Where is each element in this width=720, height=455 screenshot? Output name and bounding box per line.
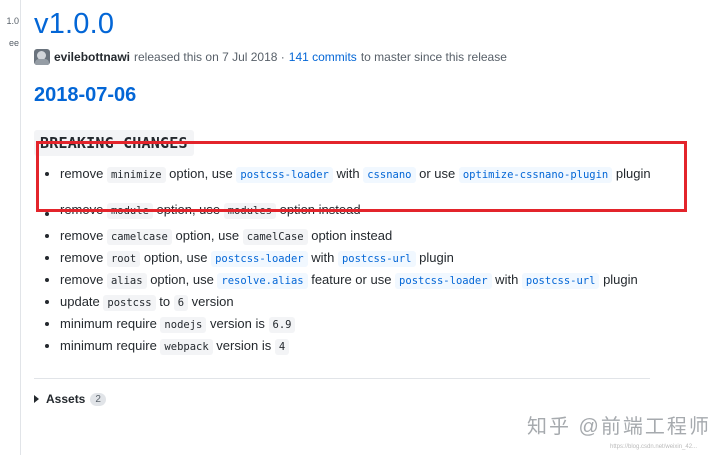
text-segment: remove xyxy=(60,166,107,181)
code-span: modules xyxy=(223,203,276,219)
code-link[interactable]: postcss-loader xyxy=(395,273,492,289)
list-item-text: minimum require nodejs version is 6.9 xyxy=(60,316,296,333)
caret-right-icon xyxy=(34,395,39,403)
text-segment: option, use xyxy=(140,250,212,265)
text-segment: to xyxy=(155,294,174,309)
divider xyxy=(34,378,650,379)
list-item-text: remove root option, use postcss-loader w… xyxy=(60,250,454,267)
list-item: remove root option, use postcss-loader w… xyxy=(42,248,662,270)
commits-suffix: to master since this release xyxy=(360,50,507,64)
date-heading: 2018-07-06 xyxy=(34,84,137,106)
list-item: minimum require nodejs version is 6.9 xyxy=(42,314,662,336)
list-item-text: remove camelcase option, use camelCase o… xyxy=(60,228,393,245)
code-span: minimize xyxy=(106,167,166,183)
list-item-text: remove minimize option, use postcss-load… xyxy=(60,166,651,183)
list-item: remove module option, use modules option… xyxy=(42,202,662,226)
code-span: camelCase xyxy=(242,229,308,245)
text-segment: option instead xyxy=(307,228,393,243)
sidebar-fragment: 1.0 xyxy=(6,16,19,26)
text-segment: or use xyxy=(415,166,459,181)
code-span: postcss xyxy=(103,295,156,311)
code-span: 4 xyxy=(274,339,290,355)
list-item-text: minimum require webpack version is 4 xyxy=(60,338,290,355)
code-span: module xyxy=(106,203,153,219)
text-segment: update xyxy=(60,294,104,309)
text-segment: version xyxy=(188,294,234,309)
text-segment: remove xyxy=(60,202,107,217)
code-link[interactable]: postcss-loader xyxy=(236,167,333,183)
code-link[interactable]: postcss-loader xyxy=(211,251,308,267)
list-item-text: update postcss to 6 version xyxy=(60,294,234,311)
release-meta: evilebottnawi released this on 7 Jul 201… xyxy=(34,48,507,66)
list-item: remove alias option, use resolve.alias f… xyxy=(42,270,662,292)
text-segment: option, use xyxy=(165,166,237,181)
text-segment: version is xyxy=(206,316,269,331)
text-segment: option, use xyxy=(146,272,218,287)
code-link[interactable]: resolve.alias xyxy=(217,273,308,289)
watermark: 知乎 @前端工程师 xyxy=(527,416,711,438)
text-segment: plugin xyxy=(599,272,638,287)
assets-toggle[interactable]: Assets 2 xyxy=(34,390,106,408)
list-item-text: remove module option, use modules option… xyxy=(60,202,361,219)
avatar[interactable] xyxy=(34,49,50,65)
code-span: 6.9 xyxy=(268,317,296,333)
watermark-url: https://blog.csdn.net/weixin_42... xyxy=(610,444,698,450)
code-span: camelcase xyxy=(106,229,172,245)
list-item: minimum require webpack version is 4 xyxy=(42,336,662,358)
section-heading: BREAKING CHANGES xyxy=(34,130,194,156)
text-segment: remove xyxy=(60,228,107,243)
text-segment: minimum require xyxy=(60,338,161,353)
code-link[interactable]: postcss-url xyxy=(337,251,416,267)
code-link[interactable]: optimize-cssnano-plugin xyxy=(458,167,613,183)
code-span: nodejs xyxy=(160,317,207,333)
release-title[interactable]: v1.0.0 xyxy=(34,8,114,41)
breaking-changes-list: remove minimize option, use postcss-load… xyxy=(42,164,662,358)
sidebar-fragment: ee xyxy=(8,38,19,48)
list-item: update postcss to 6 version xyxy=(42,292,662,314)
code-link[interactable]: postcss-url xyxy=(521,273,600,289)
code-link[interactable]: cssnano xyxy=(363,167,416,183)
code-span: 6 xyxy=(173,295,189,311)
author-link[interactable]: evilebottnawi xyxy=(54,50,130,64)
text-segment: remove xyxy=(60,272,107,287)
text-segment: option, use xyxy=(171,228,243,243)
assets-label: Assets xyxy=(46,392,86,406)
code-span: webpack xyxy=(160,339,213,355)
commits-link[interactable]: 141 commits xyxy=(289,50,357,64)
assets-count-badge: 2 xyxy=(90,392,106,406)
list-item-text: remove alias option, use resolve.alias f… xyxy=(60,272,638,289)
list-item: remove minimize option, use postcss-load… xyxy=(42,164,662,204)
text-segment: feature or use xyxy=(307,272,396,287)
text-segment: remove xyxy=(60,250,107,265)
code-span: root xyxy=(106,251,141,267)
text-segment: plugin xyxy=(612,166,651,181)
text-segment: with xyxy=(491,272,522,287)
list-item: remove camelcase option, use camelCase o… xyxy=(42,226,662,248)
released-text: released this on 7 Jul 2018 · xyxy=(134,50,285,64)
text-segment: option, use xyxy=(152,202,224,217)
text-segment: with xyxy=(332,166,364,181)
text-segment: plugin xyxy=(415,250,454,265)
text-segment: minimum require xyxy=(60,316,161,331)
text-segment: version is xyxy=(212,338,275,353)
text-segment: option instead xyxy=(276,202,361,217)
left-sidebar: 1.0 ee xyxy=(0,0,21,455)
code-span: alias xyxy=(106,273,147,289)
text-segment: with xyxy=(307,250,338,265)
